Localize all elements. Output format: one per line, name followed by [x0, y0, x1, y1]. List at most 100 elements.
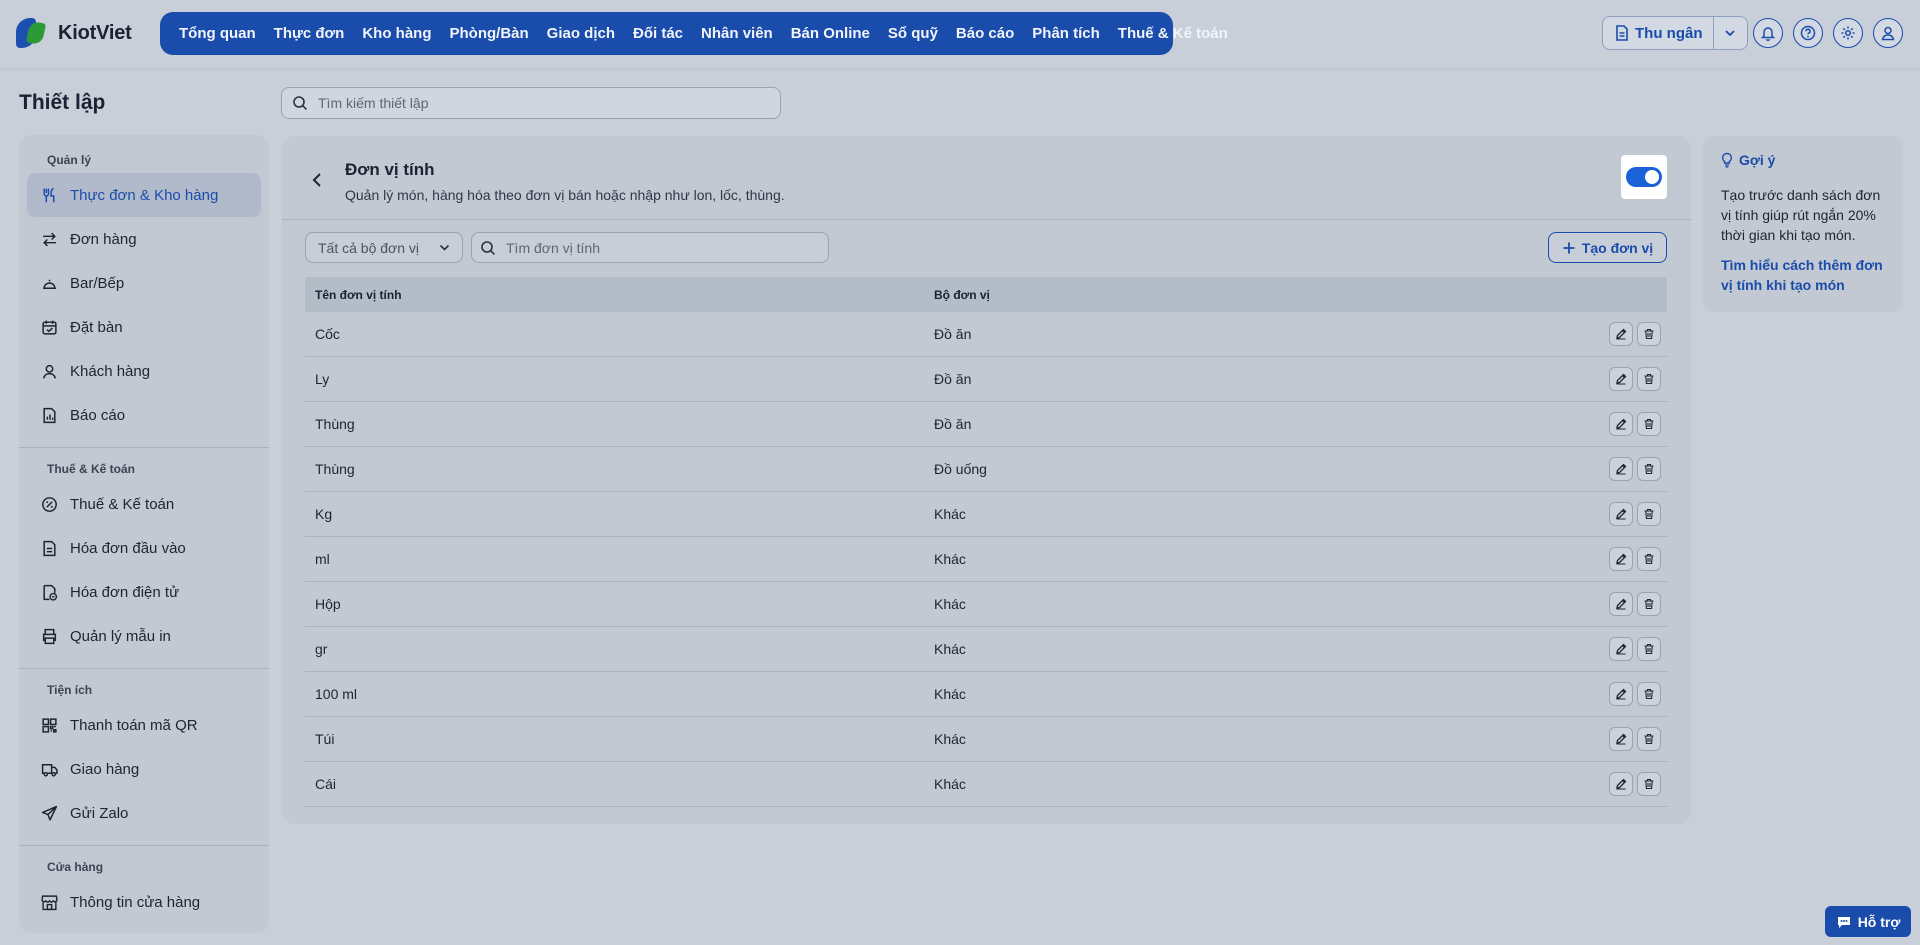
hint-card: Gợi ý Tạo trước danh sách đơn vị tính gi… — [1703, 136, 1903, 312]
brand-logo[interactable]: KiotViet — [14, 16, 132, 50]
edit-button[interactable] — [1609, 727, 1633, 751]
top-bar: KiotViet Tổng quan Thực đơn Kho hàng Phòng/… — [0, 0, 1920, 68]
sidebar-item-label: Báo cáo — [70, 406, 126, 424]
nav-tax-accounting[interactable]: Thuế & Kế toán — [1109, 25, 1237, 42]
nav-reports[interactable]: Báo cáo — [947, 25, 1023, 42]
trash-icon — [1643, 508, 1655, 520]
sidebar-item[interactable]: Hóa đơn đầu vào — [27, 526, 261, 570]
nav-analytics[interactable]: Phân tích — [1023, 25, 1109, 42]
nav-partners[interactable]: Đối tác — [624, 25, 692, 42]
sidebar-item[interactable]: Bar/Bếp — [27, 261, 261, 305]
edit-button[interactable] — [1609, 592, 1633, 616]
delete-button[interactable] — [1637, 547, 1661, 571]
sidebar-group-title: Tiện ích — [47, 683, 93, 697]
table-row: Ly Đồ ăn — [305, 357, 1667, 402]
row-actions — [1595, 457, 1667, 481]
cashier-button[interactable]: Thu ngân — [1603, 17, 1714, 49]
chat-icon — [1837, 916, 1850, 928]
hint-learn-more-link[interactable]: Tìm hiểu cách thêm đơn vị tính khi tạo m… — [1721, 255, 1885, 295]
account-button[interactable] — [1873, 18, 1903, 48]
delete-button[interactable] — [1637, 592, 1661, 616]
lightbulb-icon — [1721, 152, 1733, 168]
nav-warehouse[interactable]: Kho hàng — [353, 25, 440, 42]
sidebar-item[interactable]: Khách hàng — [27, 349, 261, 393]
sidebar-item[interactable]: Đặt bàn — [27, 305, 261, 349]
delete-button[interactable] — [1637, 772, 1661, 796]
delete-button[interactable] — [1637, 502, 1661, 526]
sidebar-item[interactable]: Quản lý mẫu in — [27, 614, 261, 658]
pencil-icon — [1615, 328, 1627, 340]
edit-button[interactable] — [1609, 772, 1633, 796]
edit-button[interactable] — [1609, 637, 1633, 661]
support-button[interactable]: Hỗ trợ — [1825, 906, 1911, 937]
gear-icon — [1841, 26, 1855, 40]
row-actions — [1595, 502, 1667, 526]
delete-button[interactable] — [1637, 322, 1661, 346]
sidebar-item[interactable]: Gửi Zalo — [27, 791, 261, 835]
delete-button[interactable] — [1637, 637, 1661, 661]
edit-button[interactable] — [1609, 322, 1633, 346]
table-row: Kg Khác — [305, 492, 1667, 537]
nav-menu[interactable]: Thực đơn — [265, 25, 354, 42]
settings-search-input[interactable] — [318, 95, 738, 111]
notifications-button[interactable] — [1753, 18, 1783, 48]
nav-online-sales[interactable]: Bán Online — [782, 25, 879, 42]
plus-icon — [1563, 242, 1575, 253]
nav-overview[interactable]: Tổng quan — [170, 25, 265, 42]
delete-button[interactable] — [1637, 412, 1661, 436]
unit-feature-toggle[interactable] — [1626, 167, 1662, 187]
row-actions — [1595, 727, 1667, 751]
sidebar-item-label: Đơn hàng — [70, 230, 137, 248]
edit-button[interactable] — [1609, 367, 1633, 391]
unit-group: Đồ ăn — [934, 371, 972, 387]
edit-button[interactable] — [1609, 682, 1633, 706]
sidebar-item[interactable]: Thông tin cửa hàng — [27, 880, 261, 924]
unit-settings-panel: Đơn vị tính Quản lý món, hàng hóa theo đ… — [282, 136, 1691, 824]
sidebar-item[interactable]: Giao hàng — [27, 747, 261, 791]
sidebar-item[interactable]: Báo cáo — [27, 393, 261, 437]
sidebar-item[interactable]: Đơn hàng — [27, 217, 261, 261]
cashier-label: Thu ngân — [1635, 24, 1703, 42]
create-unit-button[interactable]: Tạo đơn vị — [1548, 232, 1667, 263]
kiotviet-logo-icon — [14, 16, 50, 50]
trash-icon — [1643, 373, 1655, 385]
chevron-down-icon — [1725, 30, 1735, 37]
sidebar-divider — [19, 668, 269, 669]
nav-rooms-tables[interactable]: Phòng/Bàn — [441, 25, 538, 42]
nav-cashbook[interactable]: Sổ quỹ — [879, 25, 947, 42]
unit-search-input[interactable] — [506, 239, 806, 256]
nav-transactions[interactable]: Giao dịch — [538, 25, 624, 42]
document-icon — [1616, 25, 1628, 41]
row-actions — [1595, 412, 1667, 436]
column-header-group: Bộ đơn vị — [934, 287, 990, 302]
unit-group: Khác — [934, 731, 966, 747]
sidebar-item[interactable]: Hóa đơn điện tử — [27, 570, 261, 614]
settings-button[interactable] — [1833, 18, 1863, 48]
unit-name: Ly — [315, 371, 330, 387]
edit-button[interactable] — [1609, 457, 1633, 481]
help-button[interactable] — [1793, 18, 1823, 48]
unit-name: Túi — [315, 731, 335, 747]
delete-button[interactable] — [1637, 457, 1661, 481]
delete-button[interactable] — [1637, 727, 1661, 751]
unit-group-filter[interactable]: Tất cả bộ đơn vị — [305, 232, 463, 263]
sidebar-item[interactable]: Thuế & Kế toán — [27, 482, 261, 526]
send-icon — [41, 805, 58, 822]
edit-button[interactable] — [1609, 547, 1633, 571]
back-button[interactable] — [312, 172, 322, 191]
table-row: 100 ml Khác — [305, 672, 1667, 717]
sidebar-item-label: Giao hàng — [70, 760, 140, 778]
delete-button[interactable] — [1637, 682, 1661, 706]
delete-button[interactable] — [1637, 367, 1661, 391]
trash-icon — [1643, 643, 1655, 655]
sidebar-item[interactable]: Thực đơn & Kho hàng — [27, 173, 261, 217]
edit-button[interactable] — [1609, 502, 1633, 526]
truck-icon — [41, 761, 58, 778]
sidebar-item-label: Hóa đơn đầu vào — [70, 539, 186, 557]
units-table: Tên đơn vị tính Bộ đơn vị Cốc Đồ ăn Ly Đồ ă… — [305, 277, 1667, 807]
nav-staff[interactable]: Nhân viên — [692, 25, 782, 42]
document-icon — [41, 540, 58, 557]
cashier-dropdown[interactable] — [1714, 17, 1748, 49]
edit-button[interactable] — [1609, 412, 1633, 436]
sidebar-item[interactable]: Thanh toán mã QR — [27, 703, 261, 747]
